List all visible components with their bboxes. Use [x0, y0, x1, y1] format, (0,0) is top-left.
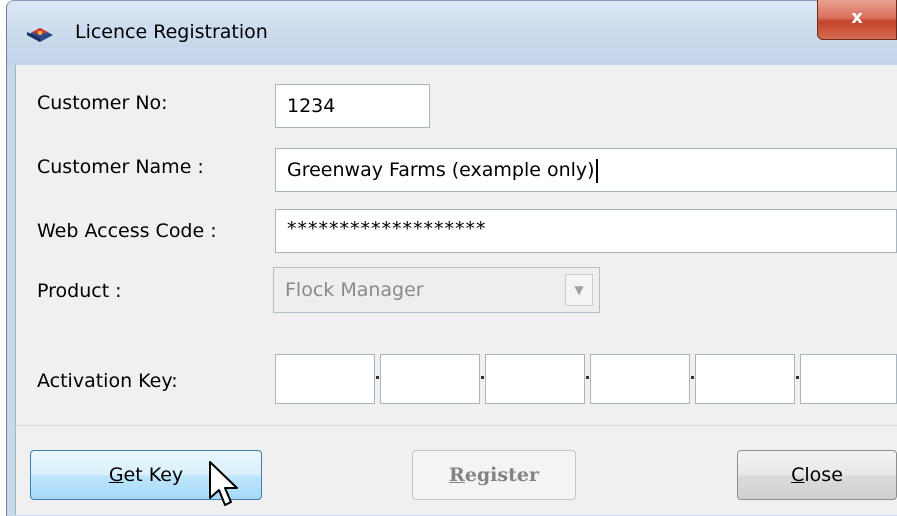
activation-key-field-5[interactable] [695, 354, 795, 404]
customer-no-value: 1234 [287, 95, 336, 117]
key-separator [376, 376, 379, 379]
title-bar[interactable]: Licence Registration [7, 1, 897, 65]
register-label: egister [464, 464, 539, 486]
activation-key-field-4[interactable] [590, 354, 690, 404]
close-button[interactable]: Close [737, 450, 897, 500]
product-select[interactable]: Flock Manager ▼ [273, 267, 600, 313]
get-key-label: et Key [123, 464, 184, 486]
key-separator [796, 376, 799, 379]
register-button[interactable]: Register [412, 450, 576, 500]
customer-name-value: Greenway Farms (example only) [287, 159, 595, 181]
key-separator [691, 376, 694, 379]
app-icon [27, 28, 53, 42]
product-value: Flock Manager [285, 279, 424, 301]
window-close-button[interactable]: x [817, 0, 897, 40]
customer-name-input[interactable]: Greenway Farms (example only) [275, 148, 897, 192]
text-caret [595, 158, 598, 183]
get-key-mnemonic: G [108, 464, 124, 486]
register-mnemonic: R [449, 464, 465, 486]
divider [15, 425, 897, 426]
window-title: Licence Registration [75, 21, 268, 43]
key-separator [586, 376, 589, 379]
web-access-code-label: Web Access Code : [37, 220, 217, 242]
close-icon: x [851, 7, 863, 28]
activation-key-field-6[interactable] [800, 354, 897, 404]
web-access-code-input[interactable]: ******************* [275, 209, 897, 253]
close-label: lose [804, 464, 843, 486]
product-label: Product : [37, 280, 122, 302]
customer-no-input[interactable]: 1234 [275, 84, 430, 128]
web-access-code-value: ******************* [287, 218, 487, 240]
activation-key-field-2[interactable] [380, 354, 480, 404]
activation-key-field-1[interactable] [275, 354, 375, 404]
mouse-pointer-icon [209, 461, 238, 506]
customer-name-label: Customer Name : [37, 156, 204, 178]
chevron-down-icon[interactable]: ▼ [565, 274, 593, 306]
key-separator [481, 376, 484, 379]
customer-no-label: Customer No: [37, 92, 168, 114]
activation-key-label: Activation Key: [37, 370, 178, 392]
activation-key-field-3[interactable] [485, 354, 585, 404]
close-mnemonic: C [791, 464, 805, 486]
